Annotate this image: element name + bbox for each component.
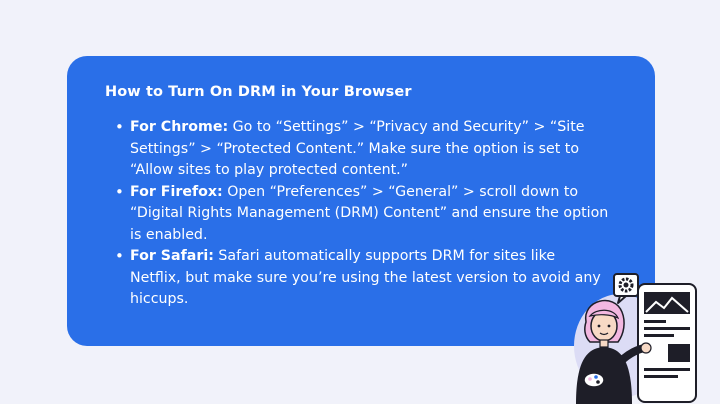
list-item-safari: For Safari: Safari automatically support… <box>115 246 610 311</box>
list-item-chrome: For Chrome: Go to “Settings” > “Privacy … <box>115 117 610 182</box>
list-item-firefox: For Firefox: Open “Preferences” > “Gener… <box>115 182 610 247</box>
card-title: How to Turn On DRM in Your Browser <box>105 84 412 100</box>
tip-label-firefox: For Firefox: <box>130 183 223 200</box>
browser-tips-list: For Chrome: Go to “Settings” > “Privacy … <box>105 117 610 311</box>
tip-label-chrome: For Chrome: <box>130 119 229 135</box>
tip-label-safari: For Safari: <box>130 248 214 264</box>
person-with-phone-illustration <box>574 273 697 404</box>
info-card: How to Turn On DRM in Your Browser For C… <box>67 56 655 346</box>
